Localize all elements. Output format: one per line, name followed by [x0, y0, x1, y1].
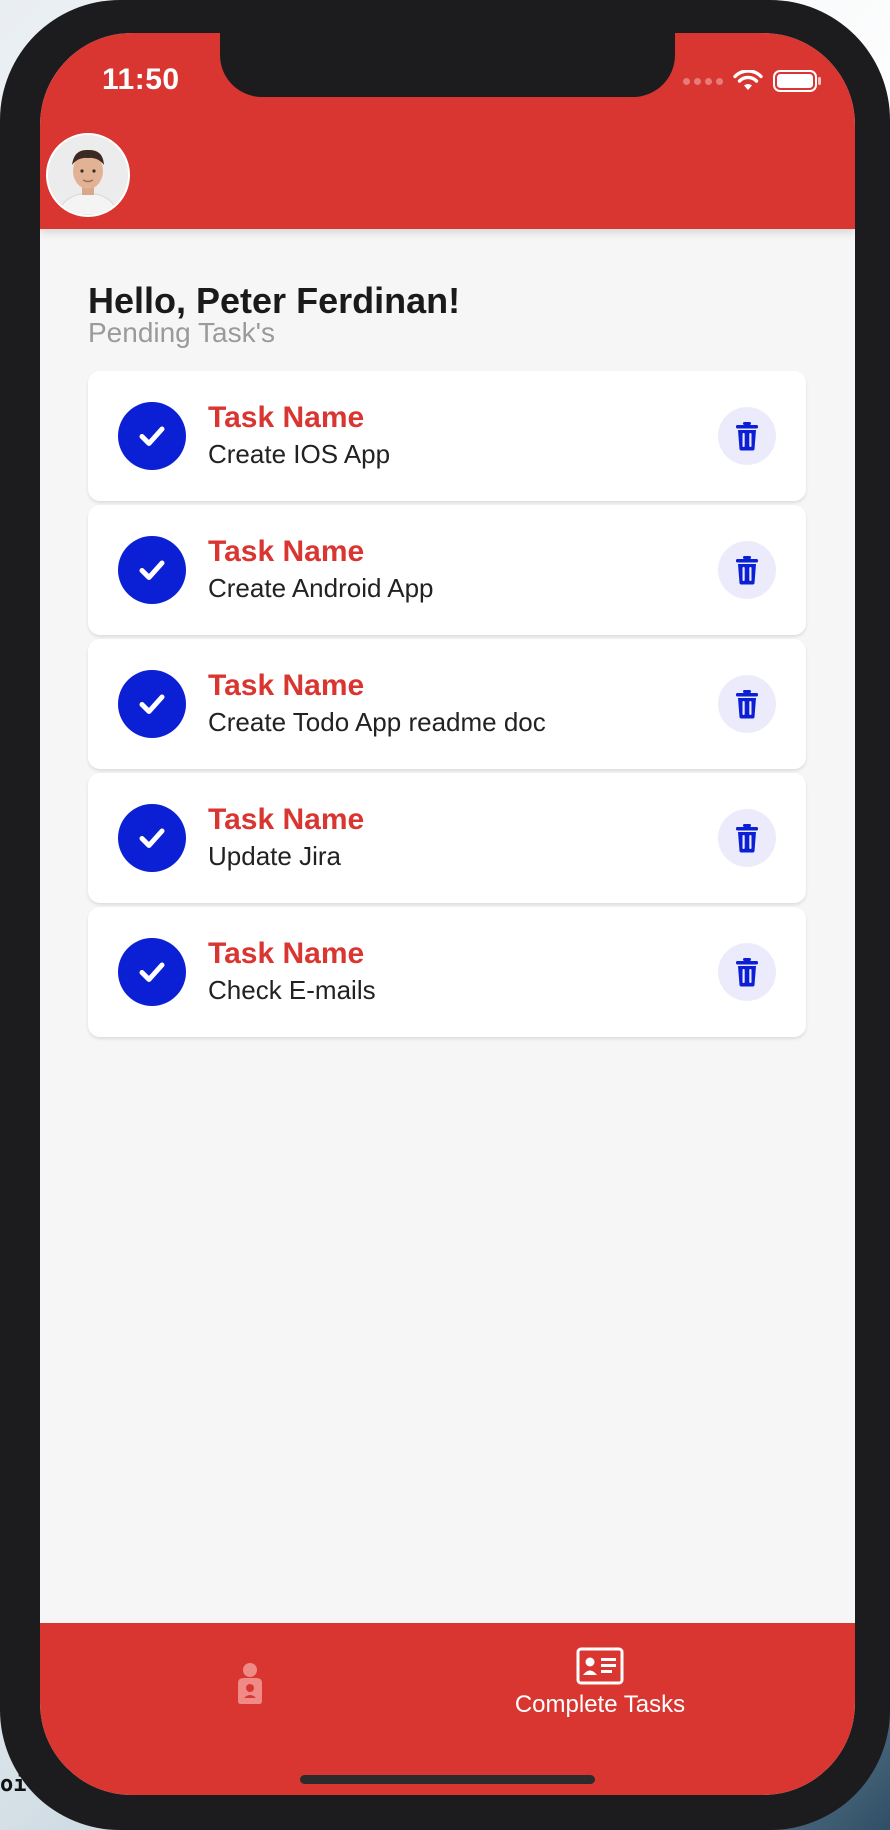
task-title: Task Name — [208, 535, 365, 568]
task-title: Task Name — [208, 401, 365, 434]
task-card[interactable]: Task Name Create IOS App — [88, 371, 806, 501]
task-title: Task Name — [208, 937, 365, 970]
trash-icon — [736, 422, 758, 451]
task-description: Create IOS App — [208, 439, 391, 469]
cellular-signal-icon — [683, 77, 723, 85]
trash-icon — [736, 690, 758, 719]
complete-task-button[interactable] — [118, 670, 186, 738]
checkmark-icon — [139, 828, 165, 848]
tab-pending-tasks[interactable] — [190, 1623, 310, 1743]
app-screen: 11:50 Hello, Peter Ferdinan! Pending Tas… — [40, 33, 855, 1795]
checkmark-icon — [139, 426, 165, 446]
tab-complete-label: Complete Tasks — [514, 1691, 686, 1718]
status-time: 11:50 — [102, 63, 180, 96]
complete-task-button[interactable] — [118, 804, 186, 872]
checkmark-icon — [139, 962, 165, 982]
battery-icon — [773, 70, 821, 92]
task-description: Update Jira — [208, 841, 341, 871]
person-icon — [238, 1663, 262, 1704]
delete-task-button[interactable] — [718, 943, 776, 1001]
complete-task-button[interactable] — [118, 536, 186, 604]
trash-icon — [736, 958, 758, 987]
task-card[interactable]: Task Name Update Jira — [88, 773, 806, 903]
task-card[interactable]: Task Name Create Todo App readme doc — [88, 639, 806, 769]
contact-card-icon — [576, 1647, 624, 1685]
delete-task-button[interactable] — [718, 675, 776, 733]
delete-task-button[interactable] — [718, 407, 776, 465]
phone-frame: 11:50 Hello, Peter Ferdinan! Pending Tas… — [0, 0, 890, 1830]
task-list: Task Name Create IOS App Task Name Creat… — [88, 371, 806, 1041]
checkmark-icon — [139, 560, 165, 580]
device-notch — [220, 33, 675, 97]
status-icons — [683, 69, 823, 93]
task-title: Task Name — [208, 803, 365, 836]
task-title: Task Name — [208, 669, 365, 702]
wifi-icon — [733, 70, 763, 90]
home-indicator[interactable] — [300, 1775, 595, 1784]
task-description: Create Android App — [208, 573, 434, 603]
trash-icon — [736, 556, 758, 585]
complete-task-button[interactable] — [118, 402, 186, 470]
checkmark-icon — [139, 694, 165, 714]
task-description: Create Todo App readme doc — [208, 707, 546, 737]
task-description: Check E-mails — [208, 975, 376, 1005]
section-subtitle: Pending Task's — [88, 317, 275, 348]
task-card[interactable]: Task Name Check E-mails — [88, 907, 806, 1037]
greeting-title: Hello, Peter Ferdinan! — [88, 280, 461, 321]
avatar-portrait-icon — [48, 135, 128, 215]
user-avatar[interactable] — [46, 133, 130, 217]
bottom-tab-bar: Complete Tasks — [40, 1623, 855, 1795]
task-card[interactable]: Task Name Create Android App — [88, 505, 806, 635]
tab-complete-tasks[interactable]: Complete Tasks — [470, 1623, 730, 1743]
delete-task-button[interactable] — [718, 541, 776, 599]
delete-task-button[interactable] — [718, 809, 776, 867]
complete-task-button[interactable] — [118, 938, 186, 1006]
trash-icon — [736, 824, 758, 853]
